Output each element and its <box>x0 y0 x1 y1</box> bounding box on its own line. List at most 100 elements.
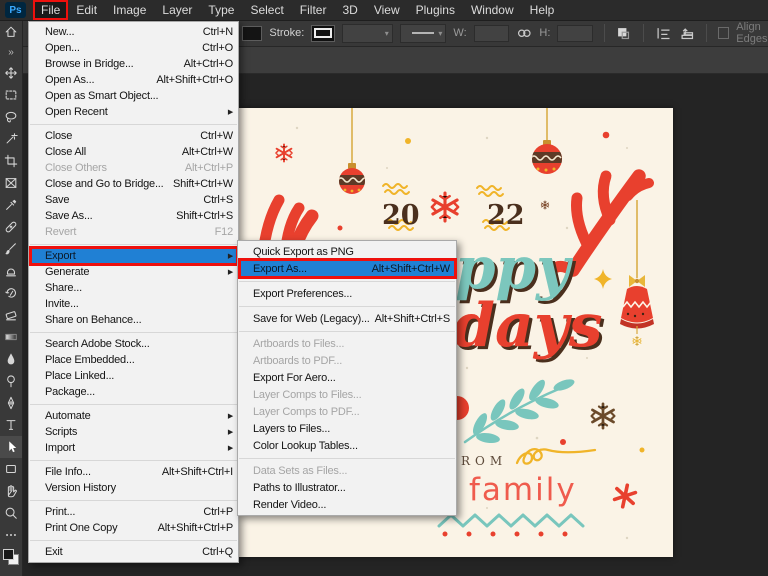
file-menu-item-close-all[interactable]: Close AllAlt+Ctrl+W <box>29 144 238 160</box>
stroke-color-swatch[interactable] <box>311 25 335 42</box>
menubar-item-edit[interactable]: Edit <box>68 0 105 20</box>
file-menu-separator <box>30 540 237 541</box>
foreground-color-swatch[interactable] <box>3 549 14 560</box>
red-dot <box>338 226 343 231</box>
file-menu-item-automate[interactable]: Automate▶ <box>29 408 238 424</box>
home-icon[interactable] <box>0 20 22 44</box>
frame-tool-icon[interactable] <box>0 172 22 194</box>
stroke-type-dropdown[interactable]: ▾ <box>400 24 447 43</box>
export-submenu-separator <box>239 331 455 332</box>
red-dot <box>560 439 566 445</box>
expand-tool-icon[interactable]: » <box>0 44 22 62</box>
leaf-branch <box>465 377 576 444</box>
file-menu-item-package[interactable]: Package... <box>29 384 238 400</box>
export-submenu-item-export-as[interactable]: Export As...Alt+Shift+Ctrl+W <box>238 260 456 277</box>
submenu-arrow-icon: ▶ <box>228 412 233 420</box>
path-alignment-icon[interactable] <box>655 24 672 42</box>
menubar-item-plugins[interactable]: Plugins <box>408 0 463 20</box>
ornament-bauble-right <box>530 140 564 174</box>
marquee-tool-icon[interactable] <box>0 84 22 106</box>
file-menu-item-save[interactable]: SaveCtrl+S <box>29 192 238 208</box>
file-menu-item-new[interactable]: New...Ctrl+N <box>29 24 238 40</box>
zigzag-border <box>439 515 583 526</box>
file-menu-item-close-and-go-to-bridge[interactable]: Close and Go to Bridge...Shift+Ctrl+W <box>29 176 238 192</box>
file-menu-item-exit[interactable]: ExitCtrl+Q <box>29 544 238 560</box>
file-menu-item-generate[interactable]: Generate▶ <box>29 264 238 280</box>
file-menu-item-share[interactable]: Share... <box>29 280 238 296</box>
export-submenu-item-export-preferences[interactable]: Export Preferences... <box>238 285 456 302</box>
menubar-item-type[interactable]: Type <box>200 0 242 20</box>
menubar-item-filter[interactable]: Filter <box>292 0 335 20</box>
dodge-tool-icon[interactable] <box>0 370 22 392</box>
export-submenu-item-render-video[interactable]: Render Video... <box>238 496 456 513</box>
menubar-item-layer[interactable]: Layer <box>154 0 200 20</box>
file-menu-item-close[interactable]: CloseCtrl+W <box>29 128 238 144</box>
red-dot <box>603 132 610 139</box>
file-menu-item-share-on-behance[interactable]: Share on Behance... <box>29 312 238 328</box>
shape-height-field[interactable] <box>557 25 592 42</box>
file-menu-item-print[interactable]: Print...Ctrl+P <box>29 504 238 520</box>
gradient-tool-icon[interactable] <box>0 326 22 348</box>
shape-width-field[interactable] <box>474 25 509 42</box>
file-menu-item-open-recent[interactable]: Open Recent▶ <box>29 104 238 120</box>
menubar-item-file[interactable]: File <box>33 0 68 20</box>
color-swatches[interactable] <box>3 549 19 565</box>
more-tool-icon[interactable] <box>0 524 22 546</box>
magic-wand-tool-icon[interactable] <box>0 128 22 150</box>
file-menu-item-place-embedded[interactable]: Place Embedded... <box>29 352 238 368</box>
file-menu-item-open-as[interactable]: Open As...Alt+Shift+Ctrl+O <box>29 72 238 88</box>
hand-tool-icon[interactable] <box>0 480 22 502</box>
file-menu-item-import[interactable]: Import▶ <box>29 440 238 456</box>
file-menu-item-file-info[interactable]: File Info...Alt+Shift+Ctrl+I <box>29 464 238 480</box>
zoom-tool-icon[interactable] <box>0 502 22 524</box>
export-submenu-item-quick-export-as-png[interactable]: Quick Export as PNG <box>238 243 456 260</box>
export-submenu-item-save-for-web-legacy[interactable]: Save for Web (Legacy)...Alt+Shift+Ctrl+S <box>238 310 456 327</box>
file-menu-item-browse-in-bridge[interactable]: Browse in Bridge...Alt+Ctrl+O <box>29 56 238 72</box>
stroke-width-dropdown[interactable]: ▾ <box>342 24 392 43</box>
export-submenu-item-color-lookup-tables[interactable]: Color Lookup Tables... <box>238 437 456 454</box>
crop-tool-icon[interactable] <box>0 150 22 172</box>
fill-color-swatch[interactable] <box>242 26 262 41</box>
file-menu-item-invite[interactable]: Invite... <box>29 296 238 312</box>
lasso-tool-icon[interactable] <box>0 106 22 128</box>
photoshop-logo: Ps <box>5 2 26 18</box>
file-menu-item-place-linked[interactable]: Place Linked... <box>29 368 238 384</box>
file-menu-item-save-as[interactable]: Save As...Shift+Ctrl+S <box>29 208 238 224</box>
path-select-tool-icon[interactable] <box>0 436 22 458</box>
file-menu-item-scripts[interactable]: Scripts▶ <box>29 424 238 440</box>
healing-brush-tool-icon[interactable] <box>0 216 22 238</box>
clone-stamp-tool-icon[interactable] <box>0 260 22 282</box>
link-dimensions-icon[interactable] <box>516 24 533 42</box>
menubar-item-select[interactable]: Select <box>242 0 291 20</box>
file-menu-item-search-adobe-stock[interactable]: Search Adobe Stock... <box>29 336 238 352</box>
menubar-item-3d[interactable]: 3D <box>334 0 365 20</box>
menubar-item-window[interactable]: Window <box>463 0 522 20</box>
file-menu-item-print-one-copy[interactable]: Print One CopyAlt+Shift+Ctrl+P <box>29 520 238 536</box>
export-submenu-item-paths-to-illustrator[interactable]: Paths to Illustrator... <box>238 479 456 496</box>
pen-tool-icon[interactable] <box>0 392 22 414</box>
type-tool-icon[interactable] <box>0 414 22 436</box>
history-brush-tool-icon[interactable] <box>0 282 22 304</box>
export-submenu-item-layers-to-files[interactable]: Layers to Files... <box>238 420 456 437</box>
file-menu-item-export[interactable]: Export▶ <box>29 248 238 264</box>
brush-tool-icon[interactable] <box>0 238 22 260</box>
align-edges-checkbox[interactable] <box>718 27 729 39</box>
menubar-item-view[interactable]: View <box>366 0 408 20</box>
eraser-tool-icon[interactable] <box>0 304 22 326</box>
file-menu-separator <box>30 124 237 125</box>
path-operations-icon[interactable] <box>615 24 632 42</box>
blur-tool-icon[interactable] <box>0 348 22 370</box>
menubar-item-help[interactable]: Help <box>522 0 563 20</box>
snowflake-icon <box>592 404 615 428</box>
path-arrangement-icon[interactable] <box>679 24 696 42</box>
file-menu-item-open-as-smart-object[interactable]: Open as Smart Object... <box>29 88 238 104</box>
ornament-strings <box>352 108 547 166</box>
eyedropper-tool-icon[interactable] <box>0 194 22 216</box>
menubar-item-image[interactable]: Image <box>105 0 154 20</box>
shape-tool-icon[interactable] <box>0 458 22 480</box>
file-menu-item-version-history[interactable]: Version History <box>29 480 238 496</box>
export-submenu-item-export-for-aero[interactable]: Export For Aero... <box>238 369 456 386</box>
file-menu-item-revert: RevertF12 <box>29 224 238 240</box>
move-tool-icon[interactable] <box>0 62 22 84</box>
file-menu-item-open[interactable]: Open...Ctrl+O <box>29 40 238 56</box>
